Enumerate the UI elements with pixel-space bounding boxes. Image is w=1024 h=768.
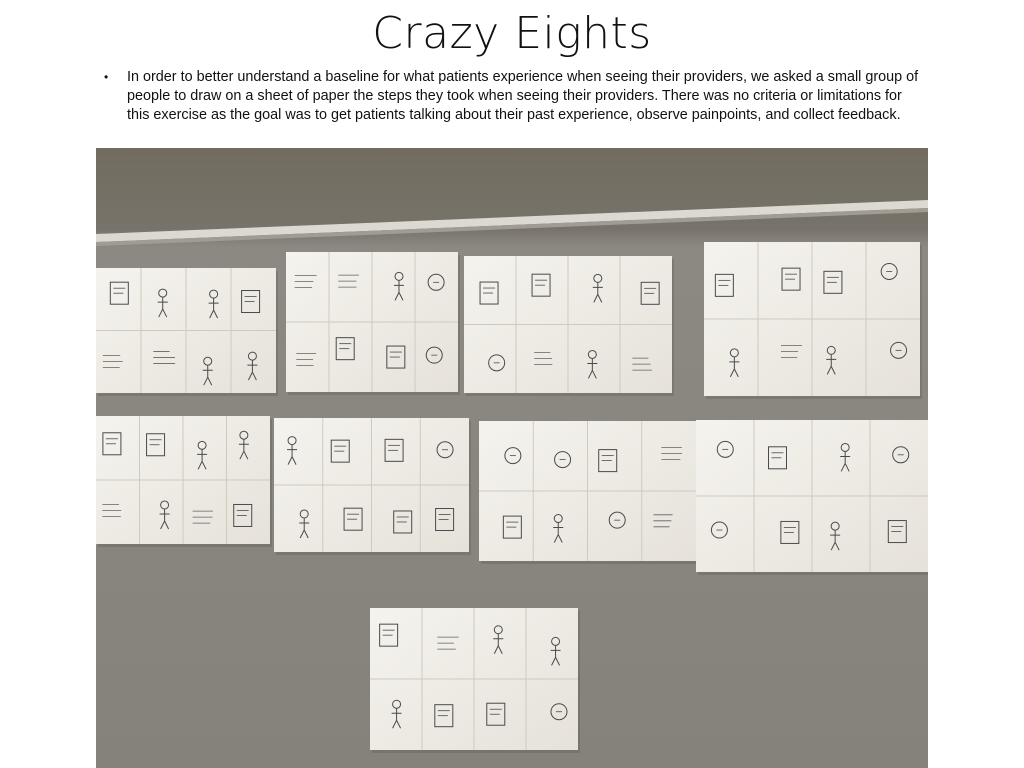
bullet-marker: • — [104, 70, 109, 84]
bullet-list: • In order to better understand a baseli… — [104, 68, 924, 125]
sketches-photo-svg — [96, 148, 928, 768]
slide-title: Crazy Eights — [372, 8, 652, 59]
sketch-sheet — [286, 252, 460, 395]
sketch-sheet — [696, 420, 928, 575]
bullet-text: In order to better understand a baseline… — [127, 69, 919, 123]
sketches-photo — [96, 148, 928, 768]
sketch-sheet — [479, 421, 698, 564]
sketch-sheet — [96, 268, 278, 396]
sketch-sheet — [370, 608, 580, 753]
sketch-sheet — [464, 256, 674, 396]
sketch-sheet — [274, 418, 471, 555]
bullet-item: • In order to better understand a baseli… — [104, 68, 924, 125]
sketch-sheet — [96, 416, 272, 547]
sketch-sheet — [704, 242, 922, 399]
